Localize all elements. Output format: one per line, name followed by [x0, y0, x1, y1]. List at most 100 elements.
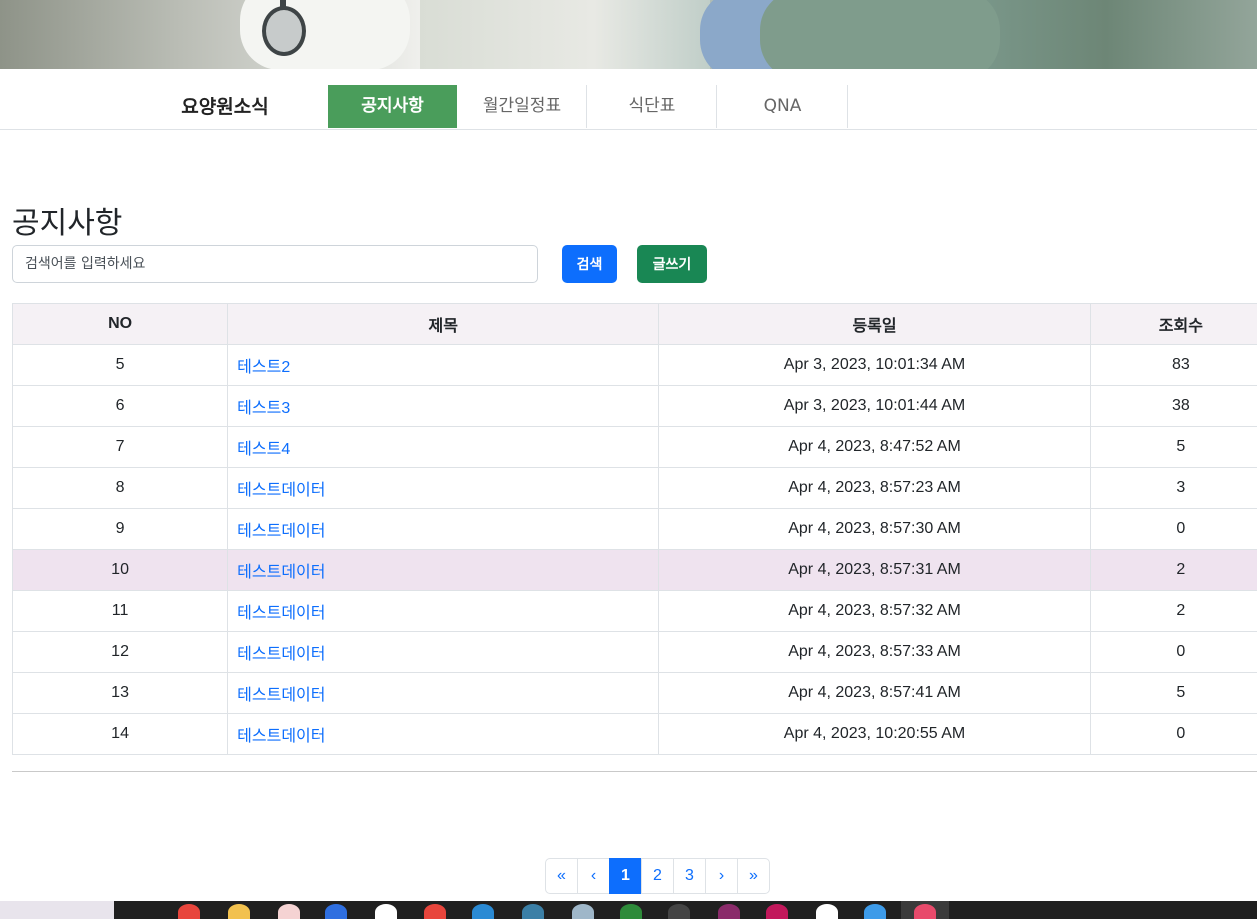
- row-views: 5: [1089, 672, 1257, 714]
- row-date: Apr 4, 2023, 10:20:55 AM: [658, 713, 1091, 755]
- section-title: 요양원소식: [181, 96, 269, 118]
- tab-notice[interactable]: 공지사항: [328, 85, 457, 128]
- row-title-link[interactable]: 테스트데이터: [237, 564, 325, 581]
- row-date: Apr 3, 2023, 10:01:34 AM: [658, 344, 1091, 386]
- app-icon[interactable]: [620, 904, 642, 919]
- last-page-button[interactable]: »: [737, 858, 770, 894]
- terminal-icon[interactable]: [668, 904, 690, 919]
- row-no: 6: [11, 385, 229, 427]
- table-row[interactable]: 5 테스트2 Apr 3, 2023, 10:01:34 AM 83: [11, 344, 1257, 386]
- header-no: NO: [11, 303, 229, 345]
- prev-page-button[interactable]: ‹: [577, 858, 610, 894]
- table-row[interactable]: 9 테스트데이터 Apr 4, 2023, 8:57:30 AM 0: [11, 508, 1257, 550]
- row-title-link[interactable]: 테스트데이터: [237, 646, 325, 663]
- table-row[interactable]: 11 테스트데이터 Apr 4, 2023, 8:57:32 AM 2: [11, 590, 1257, 632]
- app-icon[interactable]: [278, 904, 300, 919]
- header-views: 조회수: [1089, 303, 1257, 345]
- sub-navigation: 요양원소식 공지사항 월간일정표 식단표 QNA: [0, 85, 1257, 130]
- table-row[interactable]: 12 테스트데이터 Apr 4, 2023, 8:57:33 AM 0: [11, 631, 1257, 673]
- table-row[interactable]: 6 테스트3 Apr 3, 2023, 10:01:44 AM 38: [11, 385, 1257, 427]
- row-title-cell: 테스트데이터: [227, 467, 660, 509]
- app-icon[interactable]: [816, 904, 838, 919]
- header-date: 등록일: [658, 303, 1091, 345]
- row-no: 10: [11, 549, 229, 591]
- row-title-link[interactable]: 테스트데이터: [237, 687, 325, 704]
- table-row-hovered[interactable]: 10 테스트데이터 Apr 4, 2023, 8:57:31 AM 2: [11, 549, 1257, 591]
- row-no: 12: [11, 631, 229, 673]
- table-row[interactable]: 8 테스트데이터 Apr 4, 2023, 8:57:23 AM 3: [11, 467, 1257, 509]
- app-icon[interactable]: [325, 904, 347, 919]
- row-title-cell: 테스트2: [227, 344, 660, 386]
- app-icon[interactable]: [914, 904, 936, 919]
- row-views: 0: [1089, 508, 1257, 550]
- app-icon[interactable]: [572, 904, 594, 919]
- row-title-link[interactable]: 테스트데이터: [237, 523, 325, 540]
- row-date: Apr 4, 2023, 8:57:31 AM: [658, 549, 1091, 591]
- content-divider: [12, 771, 1257, 772]
- table-header-row: NO 제목 등록일 조회수: [11, 303, 1257, 345]
- chrome-icon[interactable]: [424, 904, 446, 919]
- row-title-link[interactable]: 테스트2: [237, 359, 290, 376]
- os-taskbar: [0, 901, 1257, 919]
- search-button[interactable]: 검색: [562, 245, 617, 283]
- row-views: 83: [1089, 344, 1257, 386]
- row-views: 2: [1089, 549, 1257, 591]
- row-views: 38: [1089, 385, 1257, 427]
- page-button-1[interactable]: 1: [609, 858, 642, 894]
- folder-icon[interactable]: [228, 904, 250, 919]
- chrome-icon[interactable]: [178, 904, 200, 919]
- page-title: 공지사항: [12, 206, 123, 241]
- app-icon[interactable]: [718, 904, 740, 919]
- row-title-cell: 테스트4: [227, 426, 660, 468]
- stethoscope-icon: [262, 6, 306, 56]
- row-no: 8: [11, 467, 229, 509]
- table-row[interactable]: 14 테스트데이터 Apr 4, 2023, 10:20:55 AM 0: [11, 713, 1257, 755]
- app-icon[interactable]: [864, 904, 886, 919]
- tab-monthly-schedule[interactable]: 월간일정표: [458, 85, 587, 128]
- row-date: Apr 4, 2023, 8:57:23 AM: [658, 467, 1091, 509]
- first-page-button[interactable]: «: [545, 858, 578, 894]
- row-title-cell: 테스트데이터: [227, 713, 660, 755]
- row-date: Apr 4, 2023, 8:57:33 AM: [658, 631, 1091, 673]
- row-title-link[interactable]: 테스트4: [237, 441, 290, 458]
- row-no: 14: [11, 713, 229, 755]
- search-input[interactable]: [12, 245, 538, 283]
- pagination: « ‹ 1 2 3 › »: [545, 858, 770, 896]
- row-title-link[interactable]: 테스트데이터: [237, 728, 325, 745]
- app-icon[interactable]: [375, 904, 397, 919]
- row-title-cell: 테스트3: [227, 385, 660, 427]
- row-no: 7: [11, 426, 229, 468]
- vscode-icon[interactable]: [472, 904, 494, 919]
- tab-qna[interactable]: QNA: [718, 85, 848, 128]
- row-views: 0: [1089, 713, 1257, 755]
- row-views: 3: [1089, 467, 1257, 509]
- row-title-link[interactable]: 테스트3: [237, 400, 290, 417]
- tab-meal-plan[interactable]: 식단표: [588, 85, 717, 128]
- row-title-link[interactable]: 테스트데이터: [237, 605, 325, 622]
- page-button-3[interactable]: 3: [673, 858, 706, 894]
- intellij-icon[interactable]: [766, 904, 788, 919]
- row-no: 13: [11, 672, 229, 714]
- row-date: Apr 4, 2023, 8:47:52 AM: [658, 426, 1091, 468]
- row-title-cell: 테스트데이터: [227, 672, 660, 714]
- row-title-link[interactable]: 테스트데이터: [237, 482, 325, 499]
- row-title-cell: 테스트데이터: [227, 590, 660, 632]
- sweater-shape: [760, 0, 1000, 69]
- write-button[interactable]: 글쓰기: [637, 245, 707, 283]
- row-views: 2: [1089, 590, 1257, 632]
- row-date: Apr 4, 2023, 8:57:32 AM: [658, 590, 1091, 632]
- next-page-button[interactable]: ›: [705, 858, 738, 894]
- row-title-cell: 테스트데이터: [227, 631, 660, 673]
- mysql-icon[interactable]: [522, 904, 544, 919]
- taskbar-thumbnail: [0, 901, 114, 919]
- table-row[interactable]: 13 테스트데이터 Apr 4, 2023, 8:57:41 AM 5: [11, 672, 1257, 714]
- header-banner-image: [0, 0, 1257, 69]
- row-date: Apr 3, 2023, 10:01:44 AM: [658, 385, 1091, 427]
- table-row[interactable]: 7 테스트4 Apr 4, 2023, 8:47:52 AM 5: [11, 426, 1257, 468]
- row-no: 11: [11, 590, 229, 632]
- row-no: 9: [11, 508, 229, 550]
- row-date: Apr 4, 2023, 8:57:30 AM: [658, 508, 1091, 550]
- page-button-2[interactable]: 2: [641, 858, 674, 894]
- sleeve-shape: [420, 0, 710, 69]
- row-no: 5: [11, 344, 229, 386]
